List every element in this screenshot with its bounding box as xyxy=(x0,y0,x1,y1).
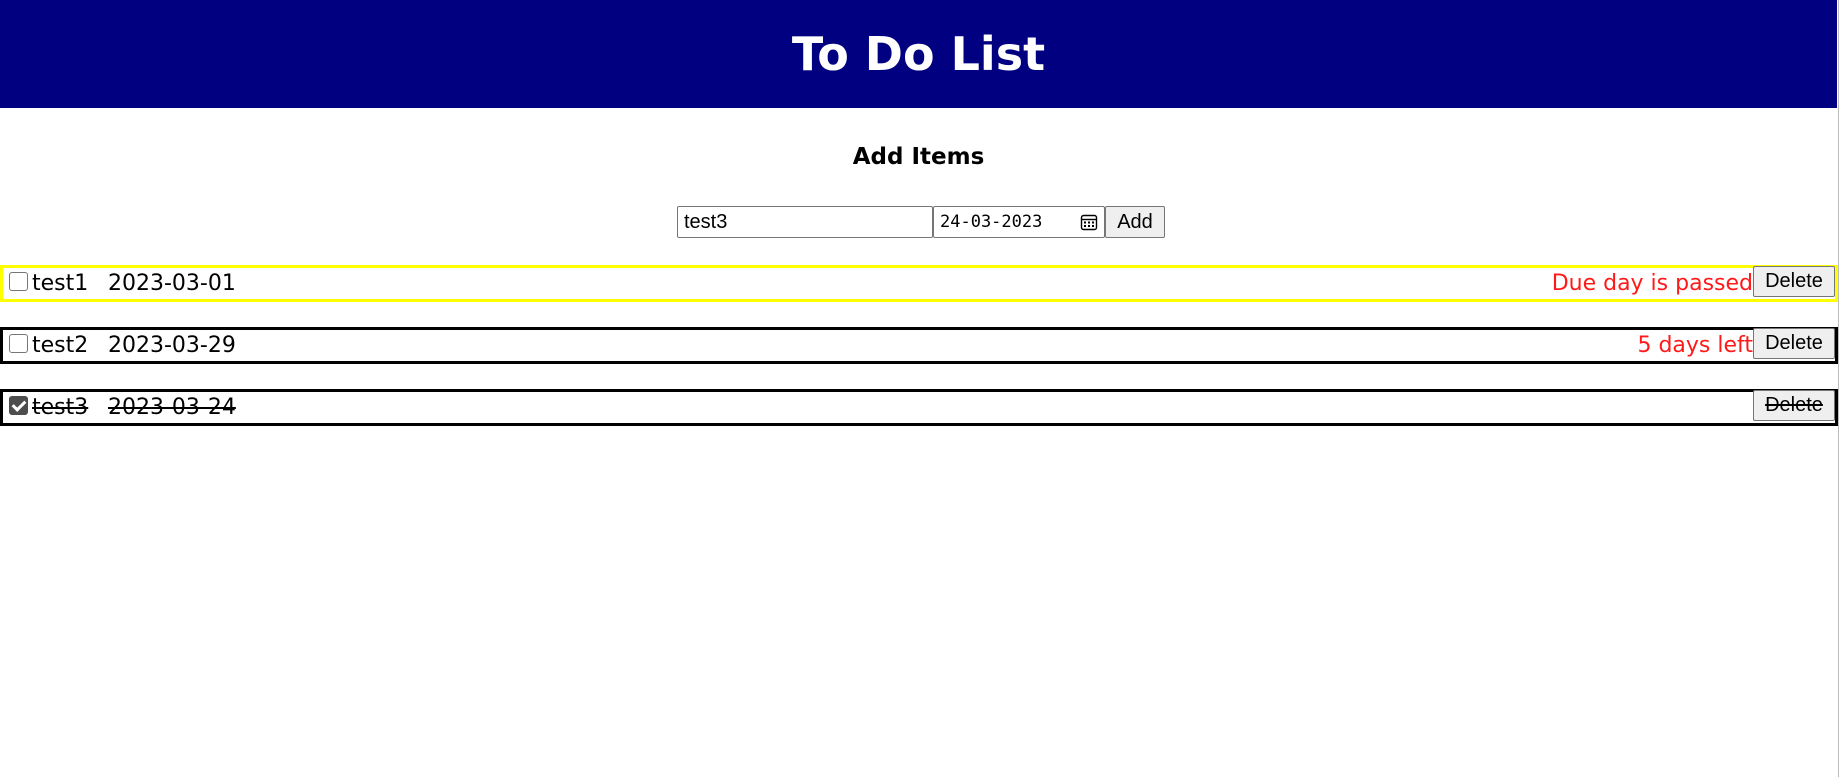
delete-button[interactable]: Delete xyxy=(1753,390,1835,421)
todo-date: 2023-03-24 xyxy=(108,395,236,420)
add-items-heading: Add Items xyxy=(852,144,985,170)
todo-name: test3 xyxy=(32,395,89,420)
due-date-input[interactable]: 24-03-2023 xyxy=(933,206,1105,238)
page-title: To Do List xyxy=(791,27,1046,81)
page: To Do List Add Items 24-03-2023 xyxy=(0,0,1844,777)
item-name-input[interactable] xyxy=(677,206,933,238)
todo-date: 2023-03-01 xyxy=(108,271,236,296)
title-bar: To Do List xyxy=(0,0,1837,108)
todo-item-test2: test2 2023-03-29 5 days left Delete xyxy=(0,327,1838,364)
calendar-icon[interactable] xyxy=(1080,213,1098,231)
todo-name: test2 xyxy=(32,333,89,358)
todo-name: test1 xyxy=(32,271,89,296)
todo-date: 2023-03-29 xyxy=(108,333,236,358)
todo-item-test1: test1 2023-03-01 Due day is passed Delet… xyxy=(0,265,1838,302)
todo-checkbox[interactable] xyxy=(9,272,28,291)
todo-checkbox[interactable] xyxy=(9,334,28,353)
todo-status: 5 days left xyxy=(1637,333,1753,358)
add-item-form: 24-03-2023 Add xyxy=(0,206,1837,238)
page-edge-divider xyxy=(1838,0,1839,777)
add-items-section: Add Items 24-03-2023 xyxy=(0,108,1837,238)
add-button[interactable]: Add xyxy=(1105,206,1165,238)
due-date-value: 24-03-2023 xyxy=(940,212,1043,232)
delete-button[interactable]: Delete xyxy=(1753,266,1835,297)
todo-status: Due day is passed xyxy=(1551,271,1753,296)
todo-item-test3: test3 2023-03-24 Delete xyxy=(0,389,1838,426)
todo-list: test1 2023-03-01 Due day is passed Delet… xyxy=(0,265,1838,451)
todo-checkbox[interactable] xyxy=(9,396,28,415)
delete-button[interactable]: Delete xyxy=(1753,328,1835,359)
